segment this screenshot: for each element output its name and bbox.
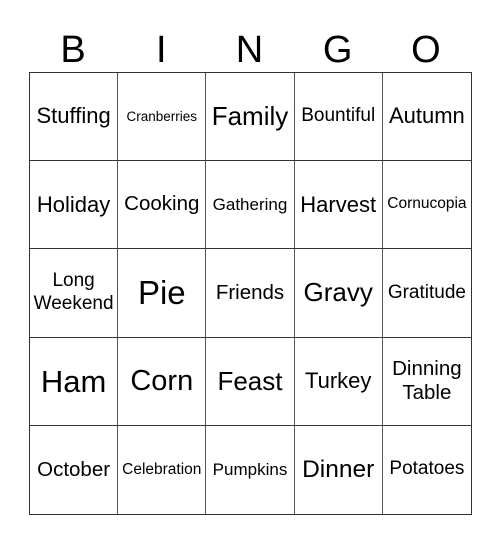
bingo-cell[interactable]: Dinning Table: [382, 338, 471, 426]
bingo-cell[interactable]: Pumpkins: [206, 425, 295, 514]
bingo-cell[interactable]: Potatoes: [383, 426, 471, 514]
header-letter-g: G: [322, 29, 353, 71]
bingo-cell[interactable]: Gathering: [206, 161, 295, 250]
bingo-cell[interactable]: Harvest: [294, 161, 383, 250]
bingo-cell[interactable]: Stuffing: [30, 73, 119, 162]
bingo-cell[interactable]: Friends: [206, 249, 295, 338]
bingo-cell[interactable]: Cooking: [118, 161, 207, 250]
bingo-cell[interactable]: Gratitude: [382, 249, 471, 338]
bingo-cell[interactable]: Autumn: [382, 73, 471, 162]
bingo-grid: Stuffing Cranberries Family Bountiful Au…: [29, 72, 472, 515]
header-letter-n: N: [235, 29, 264, 71]
bingo-cell[interactable]: Feast: [206, 337, 295, 426]
bingo-cell[interactable]: Cornucopia: [382, 161, 471, 250]
header-letter-i: I: [156, 29, 167, 71]
bingo-cell[interactable]: Bountiful: [294, 73, 383, 162]
header-letter-b: B: [60, 29, 86, 71]
bingo-cell[interactable]: Gravy: [294, 249, 383, 338]
bingo-cell[interactable]: Corn: [118, 337, 207, 426]
bingo-cell[interactable]: Celebration: [118, 425, 207, 514]
bingo-cell[interactable]: Turkey: [294, 337, 383, 426]
bingo-cell[interactable]: Long Weekend: [30, 249, 119, 338]
header-letter-o: O: [411, 29, 441, 71]
bingo-header: B I N G O: [29, 28, 470, 72]
bingo-cell[interactable]: Family: [206, 73, 295, 162]
bingo-cell[interactable]: Holiday: [30, 161, 119, 250]
bingo-cell[interactable]: Cranberries: [118, 73, 207, 162]
bingo-cell[interactable]: Pie: [118, 249, 207, 338]
bingo-cell[interactable]: Dinner: [295, 425, 383, 514]
bingo-cell[interactable]: October: [30, 425, 119, 514]
bingo-cell[interactable]: Ham: [30, 337, 119, 426]
